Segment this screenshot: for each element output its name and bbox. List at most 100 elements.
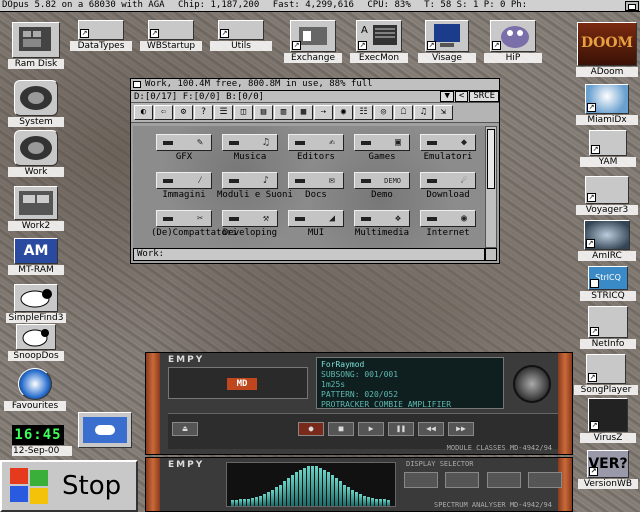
desktop-icon-hip[interactable]: ↗ HiP — [484, 20, 542, 63]
menu-down-icon[interactable]: ▼ — [440, 91, 454, 102]
folder-docs[interactable]: ✉ Docs — [283, 172, 349, 200]
toolbar-button[interactable]: ▤ — [254, 105, 273, 120]
desktop-icon-yam[interactable]: ↗ YAM — [580, 130, 636, 167]
folder-download[interactable]: ☄ Download — [415, 172, 481, 200]
work-label: Work — [8, 167, 64, 177]
desktop-icon-simplefind3[interactable]: SimpleFind3 — [6, 284, 66, 323]
desktop-icon-adoom[interactable]: DOOM ADoom — [576, 22, 638, 77]
folder-editors[interactable]: ✍ Editors — [283, 134, 349, 162]
scrollbar-knob[interactable] — [487, 129, 495, 189]
toolbar-button[interactable]: ⇦ — [154, 105, 173, 120]
snoopy-icon — [16, 324, 56, 350]
folder-decompattatori[interactable]: ✂ (De)Compattatori — [151, 210, 238, 238]
volume-knob[interactable] — [513, 365, 551, 403]
desktop-icon-work[interactable]: Work — [8, 130, 64, 177]
prev-button[interactable]: ◀◀ — [418, 422, 444, 436]
stop-playback-button[interactable]: ■ — [328, 422, 354, 436]
toolbar-button[interactable]: ▦ — [294, 105, 313, 120]
toolbar-button[interactable]: ☷ — [354, 105, 373, 120]
lister-toolbar: ◐ ⇦ ⚙ ? ☰ ◫ ▤ ▥ ▦ ⇢ ◉ ☷ ◎ ☖ ♫ ⇲ — [131, 103, 499, 123]
toolbar-button[interactable]: ⇲ — [434, 105, 453, 120]
desktop-icon-favourites[interactable]: Favourites — [4, 368, 66, 411]
disc-slot[interactable]: MD — [168, 367, 308, 399]
spectrum-bar — [283, 481, 286, 506]
desktop-icon-stricq[interactable]: StrICQ ↗ STRICQ — [580, 266, 636, 301]
desktop-icon-voyager3[interactable]: ↗ Voyager3 — [576, 176, 638, 215]
toolbar-button[interactable]: ◐ — [134, 105, 153, 120]
titlebar-cpu: CPU: 83% — [367, 0, 411, 10]
folder-emulatori[interactable]: ◆ Emulatori — [415, 134, 481, 162]
toolbar-button[interactable]: ▥ — [274, 105, 293, 120]
desktop-icon-wbstartup[interactable]: ↗ WBStartup — [140, 20, 202, 51]
lister-titlebar[interactable]: Work, 100.4M free, 800.8M in use, 88% fu… — [131, 79, 499, 91]
toolbar-button[interactable]: ☰ — [214, 105, 233, 120]
desktop-icon-miamidx[interactable]: ↗ MiamiDx — [576, 84, 638, 125]
lister-window[interactable]: Work, 100.4M free, 800.8M in use, 88% fu… — [130, 78, 500, 264]
visage-label: Visage — [418, 53, 476, 63]
pause-button[interactable]: ❚❚ — [388, 422, 414, 436]
toolbar-button[interactable]: ☖ — [394, 105, 413, 120]
drawer-icon: ✍ — [288, 134, 344, 151]
shortcut-arrow-icon: ↗ — [590, 327, 599, 336]
desktop-icon-visage[interactable]: ↗ Visage — [418, 20, 476, 63]
speaker-icon — [18, 368, 52, 400]
demo-badge: DEMO — [384, 177, 401, 185]
lister-scrollbar[interactable] — [485, 126, 497, 248]
toolbar-button[interactable]: ♫ — [414, 105, 433, 120]
folder-developing[interactable]: ⚒ Developing — [217, 210, 283, 238]
spectrum-bar — [335, 478, 338, 506]
close-icon[interactable] — [133, 81, 141, 88]
stop-button[interactable]: Stop — [0, 460, 138, 512]
spectrum-bar — [327, 472, 330, 506]
shortcut-arrow-icon: ↗ — [427, 41, 436, 50]
toolbar-button[interactable]: ◎ — [374, 105, 393, 120]
desktop-icon-system[interactable]: System — [8, 80, 64, 127]
versionwb-label: VersionWB — [578, 479, 638, 489]
module-player[interactable]: EMPY MD ForRaymod SUBSONG: 001/001 1m25s… — [145, 352, 573, 455]
folder-mui[interactable]: ◢ MUI — [283, 210, 349, 238]
folder-moduli-e-suoni[interactable]: ♪ Moduli e Suoni — [217, 172, 293, 200]
voyager-icon: ↗ — [585, 176, 629, 204]
analyzer-mode-button[interactable] — [528, 472, 563, 488]
song-time: 1m25s — [321, 380, 346, 389]
analyzer-mode-button[interactable] — [486, 472, 521, 488]
folder-musica[interactable]: ♫ Musica — [217, 134, 283, 162]
desktop-icon-ram-disk[interactable]: Ram Disk — [8, 22, 64, 69]
toolbar-button[interactable]: ◉ — [334, 105, 353, 120]
play-button[interactable]: ▶ — [358, 422, 384, 436]
desktop-icon-amirc[interactable]: ↗ AmIRC — [578, 220, 636, 261]
folder-demo[interactable]: DEMO Demo — [349, 172, 415, 200]
source-button[interactable]: SRCE — [469, 91, 499, 102]
parent-button[interactable]: < — [454, 91, 469, 102]
analyzer-mode-button[interactable] — [445, 472, 480, 488]
toolbar-button[interactable]: ? — [194, 105, 213, 120]
desktop-icon-snoopdos[interactable]: SnoopDos — [8, 324, 64, 361]
lister-icon-area[interactable]: ✎ GFX ♫ Musica ✍ Editors ▣ Games ◆ Emulatori … — [133, 126, 485, 248]
desktop-icon-exchange[interactable]: ↗ Exchange — [284, 20, 342, 63]
toolbar-button[interactable]: ⚙ — [174, 105, 193, 120]
folder-games[interactable]: ▣ Games — [349, 134, 415, 162]
folder-immagini[interactable]: ⁄ Immagini — [151, 172, 217, 200]
desktop-icon-versionwb[interactable]: VER? ↗ VersionWB — [578, 450, 638, 489]
eject-button[interactable]: ⏏ — [172, 422, 198, 436]
folder-gfx[interactable]: ✎ GFX — [151, 134, 217, 162]
desktop-icon-songplayer[interactable]: ↗ SongPlayer — [574, 354, 638, 395]
resize-gadget[interactable] — [485, 248, 497, 261]
desktop-icon-work2[interactable]: Work2 — [8, 186, 64, 231]
desktop-icon-mt-ram[interactable]: AM MT-RAM — [8, 238, 64, 275]
screen-depth-gadget[interactable] — [625, 1, 639, 11]
toolbar-button[interactable]: ⇢ — [314, 105, 333, 120]
folder-internet[interactable]: ◉ Internet — [415, 210, 481, 238]
desktop-icon-execmon[interactable]: A ↗ ExecMon — [350, 20, 408, 63]
spectrum-analyzer[interactable]: EMPY DISPLAY SELECTOR SPECTRUM ANALYSER … — [145, 457, 573, 512]
desktop-icon-utils[interactable]: ↗ Utils — [210, 20, 272, 51]
desktop-icon-netinfo[interactable]: ↗ NetInfo — [580, 306, 636, 349]
folder-multimedia[interactable]: ❖ Multimedia — [349, 210, 415, 238]
desktop-icon-virusz[interactable]: ↗ VirusZ — [580, 398, 636, 443]
toolbar-button[interactable]: ◫ — [234, 105, 253, 120]
desktop-icon-datatypes[interactable]: ↗ DataTypes — [70, 20, 132, 51]
analyzer-mode-button[interactable] — [404, 472, 438, 488]
weather-clouds-icon[interactable] — [78, 412, 132, 448]
next-button[interactable]: ▶▶ — [448, 422, 474, 436]
record-button[interactable]: ● — [298, 422, 324, 436]
